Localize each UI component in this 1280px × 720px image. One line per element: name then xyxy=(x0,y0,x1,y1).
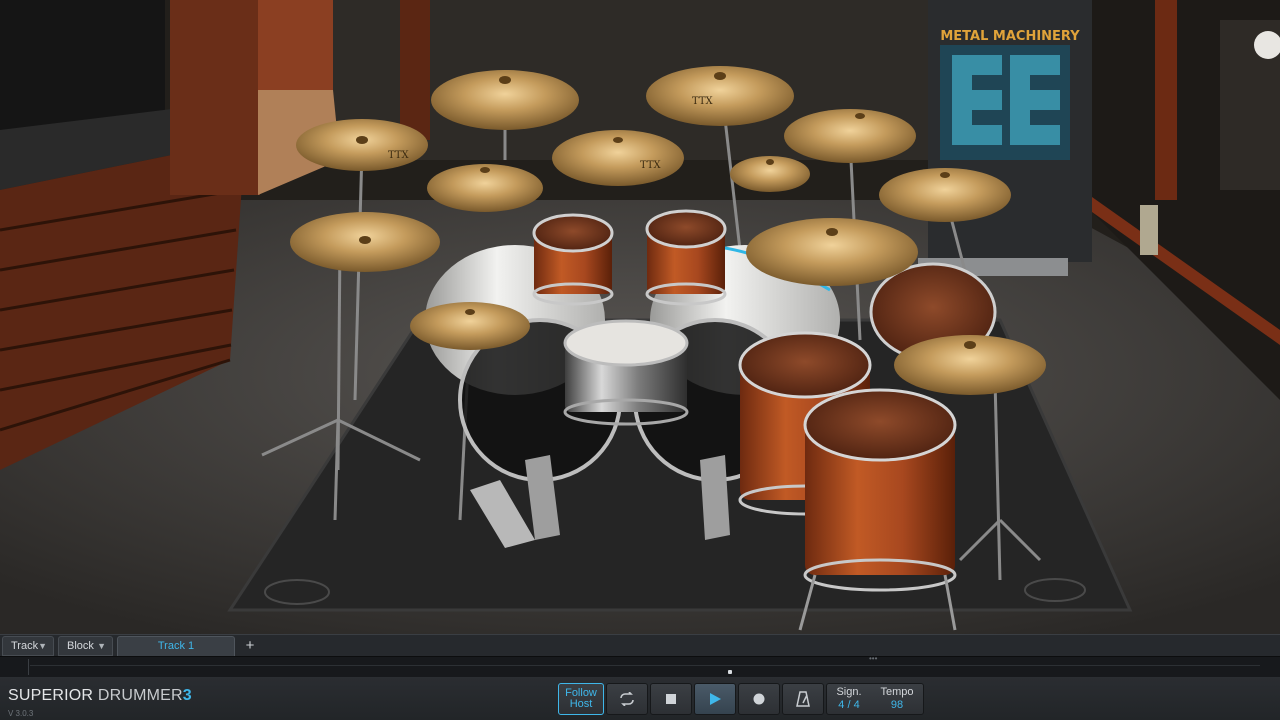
play-button[interactable] xyxy=(694,683,736,715)
cymbal-center-crash[interactable] xyxy=(552,130,684,186)
cymbal-small-splash[interactable] xyxy=(730,156,810,192)
drum-room-stage: METAL MACHINERY TTX TTX TTX xyxy=(0,0,1280,634)
cymbal-back-crash[interactable] xyxy=(431,70,579,130)
play-icon xyxy=(710,693,721,705)
cymbal-left-crash[interactable] xyxy=(296,119,428,171)
kick-pedal-right[interactable] xyxy=(700,455,730,540)
transport-controls: Follow Host Sign. 4 / 4 Tempo 98 xyxy=(558,683,924,715)
record-button[interactable] xyxy=(738,683,780,715)
loop-button[interactable] xyxy=(606,683,648,715)
signature-tempo-display[interactable]: Sign. 4 / 4 Tempo 98 xyxy=(826,683,924,715)
stop-button[interactable] xyxy=(650,683,692,715)
version-label: V 3.0.3 xyxy=(8,709,34,718)
playhead[interactable] xyxy=(728,670,732,674)
timeline-start-marker xyxy=(28,659,29,675)
logo-drummer: DRUMMER xyxy=(93,687,183,704)
drum-kit-illustration: METAL MACHINERY TTX TTX TTX xyxy=(0,0,1280,634)
tempo-label: Tempo xyxy=(880,686,914,698)
stop-icon xyxy=(666,694,676,704)
track-tab-bar: Track ▼ Block ▼ Track 1 + xyxy=(0,634,1280,657)
song-timeline[interactable]: ••• xyxy=(0,655,1280,678)
follow-host-line2: Host xyxy=(569,698,593,710)
cymbal-brand-label: TTX xyxy=(388,150,410,161)
metronome-icon xyxy=(796,691,810,707)
follow-host-button[interactable]: Follow Host xyxy=(558,683,604,715)
track-dropdown-label: Track xyxy=(11,640,39,652)
tab-track-1[interactable]: Track 1 xyxy=(117,636,235,657)
cymbal-right-crash[interactable] xyxy=(784,109,916,163)
tempo[interactable]: Tempo 98 xyxy=(880,686,913,712)
banner-title: METAL MACHINERY xyxy=(940,29,1080,44)
time-signature[interactable]: Sign. 4 / 4 xyxy=(836,686,861,712)
track-dropdown[interactable]: Track ▼ xyxy=(2,636,54,656)
cymbal-hihat[interactable] xyxy=(410,302,530,350)
chevron-down-icon: ▼ xyxy=(97,641,106,651)
cymbal-front-right[interactable] xyxy=(894,335,1046,395)
rack-tom-1[interactable] xyxy=(532,213,614,306)
add-track-button[interactable]: + xyxy=(238,636,262,656)
tempo-value: 98 xyxy=(890,699,904,711)
transport-bar: SUPERIOR DRUMMER3 V 3.0.3 Follow Host Si… xyxy=(0,678,1280,720)
block-dropdown[interactable]: Block ▼ xyxy=(58,636,113,656)
cymbal-top-crash[interactable] xyxy=(646,66,794,126)
cymbal-brand-label: TTX xyxy=(640,160,662,171)
cymbal-left-china[interactable] xyxy=(290,212,440,272)
signature-value: 4 / 4 xyxy=(838,699,860,711)
chevron-down-icon: ▼ xyxy=(38,641,47,651)
snare-drum[interactable] xyxy=(563,319,689,426)
logo-superior: SUPERIOR xyxy=(8,687,94,704)
block-dropdown-label: Block xyxy=(67,640,94,652)
record-icon xyxy=(753,693,765,705)
metronome-button[interactable] xyxy=(782,683,824,715)
loop-icon xyxy=(620,692,634,706)
resize-grip-icon[interactable]: ••• xyxy=(869,655,883,663)
logo-version-number: 3 xyxy=(182,687,192,704)
cymbal-right-china[interactable] xyxy=(879,168,1011,222)
app-logo: SUPERIOR DRUMMER3 xyxy=(8,687,192,705)
timeline-ruler xyxy=(30,665,1260,666)
superior-drummer-window: METAL MACHINERY TTX TTX TTX Track ▼ Bloc… xyxy=(0,0,1280,720)
metal-machinery-banner: METAL MACHINERY xyxy=(918,0,1092,276)
cymbal-ride[interactable] xyxy=(746,218,918,286)
signature-label: Sign. xyxy=(836,686,862,698)
rack-tom-2[interactable] xyxy=(645,209,727,306)
cymbal-brand-label: TTX xyxy=(692,96,714,107)
cymbal-splash[interactable] xyxy=(427,164,543,212)
